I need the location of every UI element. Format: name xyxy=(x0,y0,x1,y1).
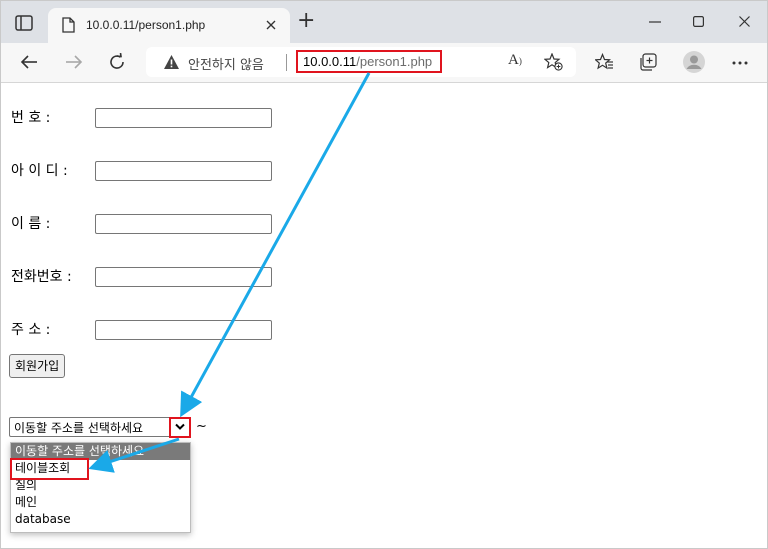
id-input[interactable] xyxy=(95,161,272,181)
back-icon[interactable] xyxy=(20,54,38,70)
address-input[interactable] xyxy=(95,320,272,340)
browser-tab[interactable]: 10.0.0.11/person1.php xyxy=(48,8,290,43)
divider xyxy=(286,54,287,71)
maximize-icon[interactable] xyxy=(693,16,704,27)
select-suffix: ~ xyxy=(196,419,207,434)
url-path: /person1.php xyxy=(356,54,433,69)
minimize-icon[interactable] xyxy=(649,21,661,23)
read-aloud-icon[interactable]: A) xyxy=(508,52,522,69)
add-favorite-icon[interactable] xyxy=(544,53,563,71)
favorites-icon[interactable] xyxy=(595,53,614,71)
dropdown-option[interactable]: database xyxy=(11,511,190,528)
address-toolbar: 안전하지 않음 10.0.0.11/person1.php A) xyxy=(1,43,767,83)
forward-icon[interactable] xyxy=(65,54,83,70)
number-input[interactable] xyxy=(95,108,272,128)
dropdown-option[interactable]: 메인 xyxy=(11,494,190,511)
tab-actions-icon[interactable] xyxy=(15,15,33,31)
refresh-icon[interactable] xyxy=(108,53,126,71)
address-bar[interactable]: 안전하지 않음 10.0.0.11/person1.php A) xyxy=(146,47,576,77)
collections-icon[interactable] xyxy=(639,53,658,71)
tab-title: 10.0.0.11/person1.php xyxy=(86,18,206,32)
navigate-select-value: 이동할 주소를 선택하세요 xyxy=(14,421,144,435)
select-arrow-highlight[interactable] xyxy=(169,417,191,438)
option-highlight xyxy=(10,458,89,480)
page-icon xyxy=(62,17,75,33)
name-input[interactable] xyxy=(95,214,272,234)
close-tab-icon[interactable] xyxy=(266,20,276,30)
browser-window: 10.0.0.11/person1.php + 안전하지 않음 10.0.0.1… xyxy=(0,0,768,549)
warning-icon[interactable] xyxy=(163,54,180,70)
field-label-name: 이 름 : xyxy=(11,216,51,232)
more-icon[interactable] xyxy=(732,61,748,65)
field-label-number: 번 호 : xyxy=(11,110,51,126)
profile-icon[interactable] xyxy=(682,50,706,74)
signup-button[interactable]: 회원가입 xyxy=(9,354,66,378)
chevron-down-icon xyxy=(175,423,185,430)
close-icon[interactable] xyxy=(739,16,750,27)
field-label-phone: 전화번호 : xyxy=(11,269,72,285)
title-bar: 10.0.0.11/person1.php + xyxy=(1,1,767,43)
select-dropdown-list: 이동할 주소를 선택하세요 테이블조회 질의 메인 database xyxy=(10,442,191,533)
navigate-select[interactable]: 이동할 주소를 선택하세요 xyxy=(9,417,191,437)
url-highlight: 10.0.0.11/person1.php xyxy=(296,50,442,73)
url-host: 10.0.0.11 xyxy=(303,54,357,69)
field-label-address: 주 소 : xyxy=(11,322,51,338)
phone-input[interactable] xyxy=(95,267,272,287)
security-status[interactable]: 안전하지 않음 xyxy=(188,54,264,73)
new-tab-icon[interactable]: + xyxy=(297,10,315,32)
url-text[interactable]: 10.0.0.11/person1.php xyxy=(303,54,432,69)
field-label-id: 아 이 디 : xyxy=(11,163,68,179)
